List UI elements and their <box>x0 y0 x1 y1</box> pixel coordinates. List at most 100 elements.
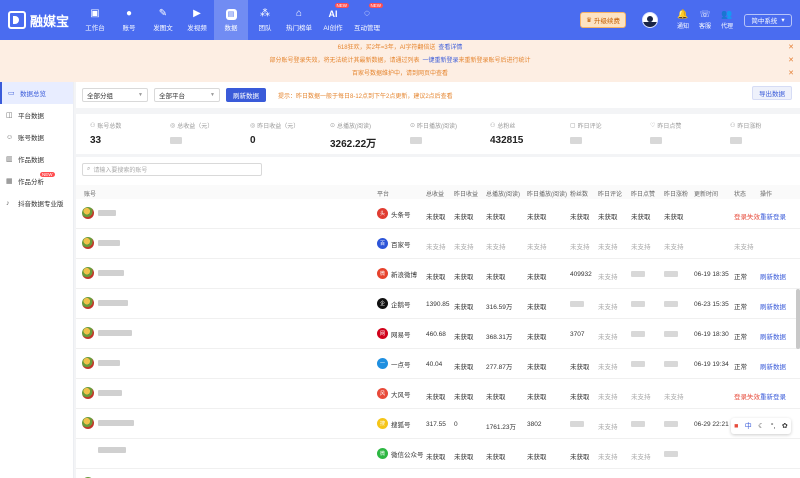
notice-text: 百家号数据维护中，请到网页中查看 <box>351 70 448 77</box>
table-row[interactable]: 微新浪微博 未获取 未获取 未获取 未获取 409932 未支持 06-19 18:35 正常刷… <box>76 260 800 289</box>
nav-item-0[interactable]: ▣ 工作台 <box>78 0 112 40</box>
refresh-row-button[interactable]: 刷新数据 <box>760 271 786 281</box>
nav-item-1[interactable]: ● 账号 <box>112 0 146 40</box>
data-cell: 未获取 <box>426 271 446 281</box>
refresh-row-button[interactable]: 刷新数据 <box>760 361 786 371</box>
moon-icon: ☾ <box>758 423 765 430</box>
data-cell: 未获取 <box>454 271 474 281</box>
notify-button[interactable]: 🔔 通知 <box>672 10 694 31</box>
table-row[interactable]: 搜搜狐号317.5501761.23万3802未支持06-29 22:21正常刷… <box>76 410 800 439</box>
notice-link[interactable]: 查看详情 <box>438 45 462 51</box>
ime-mode-label[interactable]: 中 <box>745 421 752 431</box>
stat-label-row: ⊙ 昨日播放(阅读) <box>410 121 476 130</box>
relogin-link[interactable]: 一键重新登录 <box>422 58 458 64</box>
app-logo[interactable]: 融媒宝 <box>0 11 78 30</box>
status-badge: 登录失效 <box>734 394 760 401</box>
platform-name: 网易号 <box>391 331 411 339</box>
close-icon[interactable]: ✕ <box>788 55 794 67</box>
data-cell: 未获取 <box>570 451 590 461</box>
refresh-row-button[interactable]: 刷新数据 <box>760 301 786 311</box>
cell-value: 未支持 <box>598 424 618 431</box>
scrollbar[interactable] <box>796 289 800 349</box>
stat-card: ♡ 昨日点赞 <box>636 114 716 154</box>
cell-value: 未获取 <box>527 304 547 311</box>
home-icon: ⌂ <box>295 8 303 19</box>
cell-value: 未获取 <box>454 304 474 311</box>
cell-value: 未支持 <box>598 394 618 401</box>
stat-card: ⊙ 昨日播放(阅读) <box>396 114 476 154</box>
logo-mark-icon <box>8 11 26 29</box>
close-icon[interactable]: ✕ <box>788 68 794 80</box>
ime-toolbar[interactable]: ■ 中 ☾ °, ✿ <box>731 418 791 434</box>
column-header: 操作 <box>760 192 773 198</box>
export-data-button[interactable]: 导出数据 <box>752 86 792 100</box>
sidebar-item-0[interactable]: ▭ 数据总览 <box>0 82 73 104</box>
stat-label-row: ⚇ 账号总数 <box>90 121 156 130</box>
service-button[interactable]: ☏ 客服 <box>694 10 716 31</box>
cell-value: 未支持 <box>598 334 618 341</box>
nav-label: 工作台 <box>85 24 105 32</box>
platform-logo-glyph: 企 <box>379 301 385 307</box>
data-cell: 未支持 <box>598 241 618 251</box>
cell-value: 06-19 18:30 <box>694 331 729 338</box>
relogin-button[interactable]: 重新登录 <box>760 391 786 401</box>
group-select[interactable]: 全部分组 ▼ <box>82 88 148 102</box>
sidebar-item-label: 作品数据 <box>18 157 44 164</box>
data-cell <box>664 451 678 459</box>
sidebar-item-2[interactable]: ☺ 账号数据 <box>0 126 73 148</box>
close-icon[interactable]: ✕ <box>788 42 794 54</box>
relogin-button[interactable]: 重新登录 <box>760 211 786 221</box>
column-header: 总播放(阅读) <box>486 192 520 198</box>
sidebar-item-4[interactable]: ▦ 作品分析 NEW <box>0 170 73 192</box>
main-nav: ▣ 工作台 ● 账号 ✎ 发图文 ▶ 发视频 ▤ 数据 ⁂ 团队 ⌂ 热门榜单 AI AI创作 NEW ◌ 互动管理… <box>78 0 384 40</box>
cell-value: 未获取 <box>454 334 474 341</box>
platform-logo-icon: 微 <box>377 448 388 459</box>
platform-logo-glyph: 一 <box>379 361 385 367</box>
nav-item-6[interactable]: ⌂ 热门榜单 <box>282 0 316 40</box>
agent-button[interactable]: 👥 代理 <box>716 9 738 31</box>
nav-item-5[interactable]: ⁂ 团队 <box>248 0 282 40</box>
stat-card: ⊙ 总播放(阅读) 3262.22万 <box>316 114 396 154</box>
blurred-value <box>631 421 645 427</box>
blurred-account-name <box>98 420 134 426</box>
table-row[interactable]: 百百家号 未支持 未支持 未支持 未支持 未支持 未支持 未支持 未支持 未支持 <box>76 230 800 259</box>
cell-value: 未获取 <box>486 394 506 401</box>
sidebar-item-3[interactable]: ▥ 作品数据 <box>0 148 73 170</box>
sidebar-item-1[interactable]: ◫ 平台数据 <box>0 104 73 126</box>
platform-logo-glyph: 微 <box>379 451 385 457</box>
table-row[interactable]: 头头条号 未获取 未获取 未获取 未获取 未获取 未获取 未获取 未获取 登录失效 重新登录 <box>76 200 800 229</box>
nav-item-7[interactable]: AI AI创作 NEW <box>316 0 350 40</box>
status-badge: 正常 <box>734 304 747 311</box>
column-header: 昨日收益 <box>454 192 479 198</box>
sidebar-item-5[interactable]: ♪ 抖音数据专业版 <box>0 192 73 214</box>
nav-item-2[interactable]: ✎ 发图文 <box>146 0 180 40</box>
system-select[interactable]: 简中系统 ▾ <box>744 13 792 27</box>
platform-select[interactable]: 全部平台 ▼ <box>154 88 220 102</box>
data-cell: 未支持 <box>598 421 618 431</box>
table-row[interactable]: 微微信公众号 未获取 未获取 未获取 未获取 未获取 未支持 未支持 <box>76 440 800 469</box>
platform-logo-icon: 微 <box>377 268 388 279</box>
table-row[interactable]: 风大风号 未获取 未获取 未获取 未获取 未获取 未支持 未支持 未支持 登录失效 重新登录 <box>76 380 800 409</box>
upgrade-label: 升级续费 <box>594 18 620 25</box>
nav-item-4[interactable]: ▤ 数据 <box>214 0 248 40</box>
cell-value: 未获取 <box>631 214 651 221</box>
refresh-data-button[interactable]: 刷新数据 <box>226 88 266 102</box>
cell-value: 1761.23万 <box>486 424 516 431</box>
table-row[interactable]: 一一点号 40.04 未获取 277.87万 未获取 未获取 未支持 06-19 19:34 正… <box>76 350 800 379</box>
team-icon: ⁂ <box>260 8 270 19</box>
data-cell: 未获取 <box>527 451 547 461</box>
table-row[interactable]: 鱼大鱼号3391.32未获取未获取未获取未支持06-26 20:24正常刷新数据 <box>76 470 800 478</box>
nav-item-3[interactable]: ▶ 发视频 <box>180 0 214 40</box>
people-icon: 👥 <box>721 9 733 19</box>
upgrade-button[interactable]: ♛ 升级续费 <box>580 12 626 28</box>
search-input[interactable]: ⌕ 请输入要搜索的账号 <box>82 163 262 176</box>
sidebar: ▭ 数据总览 ◫ 平台数据 ☺ 账号数据 ▥ 作品数据 ▦ 作品分析 NEW ♪ 抖音数据专业版 <box>0 82 74 478</box>
table-row[interactable]: 网网易号 460.68 未获取 368.31万 未获取 3707 未支持 06-19 18:3… <box>76 320 800 349</box>
cell-value: 未支持 <box>664 394 684 401</box>
refresh-row-button[interactable]: 刷新数据 <box>760 331 786 341</box>
avatar[interactable] <box>642 12 658 28</box>
nav-item-8[interactable]: ◌ 互动管理 NEW <box>350 0 384 40</box>
data-cell: 未支持 <box>598 451 618 461</box>
table-row[interactable]: 企企鹅号 1390.85 未获取 316.59万 未获取 未支持 06-23 15:35 正常… <box>76 290 800 319</box>
ai-icon: AI <box>328 8 338 19</box>
